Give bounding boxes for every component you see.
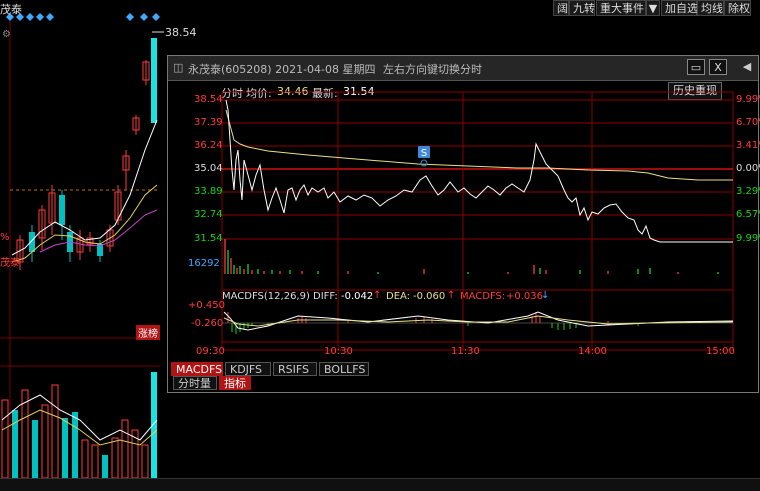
intraday-popup-window: ◫ 永茂泰(605208) 2021-04-08 星期四 左右方向键切换分时 ▭… <box>167 55 760 393</box>
tab-macdfs[interactable]: MACDFS <box>171 362 223 376</box>
toolbar-btn-jiuzhuan[interactable]: 九转 <box>569 0 595 16</box>
price-tick-1: 38.54 <box>194 94 223 105</box>
tab-kdjfs[interactable]: KDJFS <box>225 362 271 376</box>
left-partial-label: 茂泰 <box>0 258 20 269</box>
toolbar-btn-ma[interactable]: 均线 <box>697 0 724 16</box>
bottom-status-bar <box>0 478 760 491</box>
subtab-indicator[interactable]: 指标 <box>219 376 251 390</box>
window-titlebar[interactable]: ◫ 永茂泰(605208) 2021-04-08 星期四 左右方向键切换分时 ▭… <box>168 56 758 81</box>
diff-value: -0.042 <box>341 291 374 302</box>
dea-label: DEA: <box>386 291 411 302</box>
tab-bollfs[interactable]: BOLLFS <box>319 362 369 376</box>
window-hint: 左右方向键切换分时 <box>383 63 482 76</box>
price-tick-7: 31.54 <box>194 233 223 244</box>
diff-label: DIFF: <box>313 291 338 302</box>
macd-title: MACDFS(12,26,9) <box>222 291 310 302</box>
time-tick-4: 14:00 <box>578 346 607 357</box>
settings-icon[interactable]: ⚙ <box>2 29 11 40</box>
pct-tick-7: 9.99% <box>736 233 760 244</box>
price-tick-3: 36.24 <box>194 140 223 151</box>
subtab-volume[interactable]: 分时量 <box>173 376 217 390</box>
toolbar-btn-add-favorite[interactable]: 加自选 <box>661 0 698 16</box>
rank-badge[interactable]: 涨榜 <box>136 325 160 340</box>
price-tick-2: 37.39 <box>194 117 223 128</box>
dea-value: -0.060 <box>413 291 446 302</box>
pct-tick-3: 3.41% <box>736 140 760 151</box>
time-tick-2: 10:30 <box>324 346 353 357</box>
macd-axis-top: +0.450 <box>188 300 226 311</box>
dea-up-arrow-icon: ↑ <box>447 290 456 301</box>
close-icon[interactable]: X <box>709 59 727 75</box>
toolbar-btn-kuo[interactable]: 阔 <box>553 0 569 16</box>
price-tick-5: 33.89 <box>194 186 223 197</box>
diff-up-arrow-icon: ↑ <box>373 290 382 301</box>
time-tick-3: 11:30 <box>451 346 480 357</box>
price-tick-6: 32.74 <box>194 209 223 220</box>
dropdown-arrow-icon[interactable]: ▼ <box>646 0 660 16</box>
window-title: 永茂泰(605208) 2021-04-08 星期四 <box>188 63 376 76</box>
macdfs-value: +0.036 <box>506 291 544 302</box>
price-tick-4: 35.04 <box>194 163 223 174</box>
left-pct-label: % <box>0 232 10 243</box>
toolbar-btn-events[interactable]: 重大事件 <box>596 0 646 16</box>
macdfs-down-arrow-icon: ↓ <box>541 290 550 301</box>
macdfs-label: MACDFS: <box>460 291 506 302</box>
pct-tick-4: 0.00% <box>736 163 760 174</box>
pct-tick-6: 6.57% <box>736 209 760 220</box>
time-tick-5: 15:00 <box>706 346 735 357</box>
app-icon: ◫ <box>173 61 184 74</box>
pct-tick-2: 6.70% <box>736 117 760 128</box>
minimize-icon[interactable]: ▭ <box>687 59 705 75</box>
macd-axis-mid: -0.260 <box>191 318 224 329</box>
time-tick-1: 09:30 <box>196 346 225 357</box>
volume-tick: 16292 <box>188 258 220 269</box>
pct-tick-1: 9.99% <box>736 94 760 105</box>
sell-marker-text: S <box>421 148 427 159</box>
intraday-chart: S <box>221 91 734 351</box>
kline-price-label: 38.54 <box>165 26 197 39</box>
tab-rsifs[interactable]: RSIFS <box>273 362 317 376</box>
toolbar-btn-exright[interactable]: 除权 <box>724 0 751 16</box>
back-arrow-icon[interactable]: ◀ <box>738 59 756 75</box>
stock-name-partial: 茂泰 <box>0 3 22 16</box>
pct-tick-5: 3.29% <box>736 186 760 197</box>
